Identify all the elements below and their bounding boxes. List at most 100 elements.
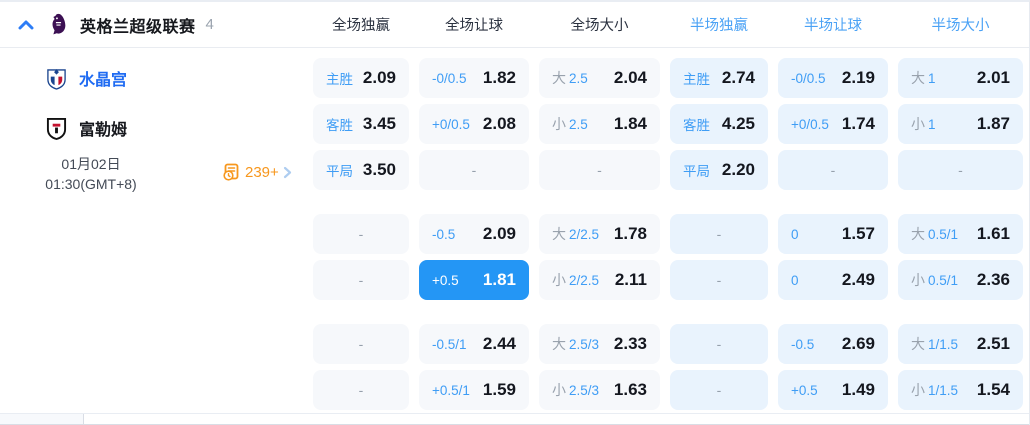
odds-cell[interactable]: -0.5 2.09: [419, 214, 529, 254]
odds-cell[interactable]: -0/0.5 2.19: [778, 58, 888, 98]
ou-line: 1: [928, 117, 936, 132]
odds-cell-empty: -: [670, 214, 768, 254]
odds-label: +0.5/1: [432, 382, 470, 398]
odds-value: 1.81: [482, 270, 516, 289]
league-header: 英格兰超级联赛 4 全场独赢 全场让球 全场大小 半场独赢 半场让球 半场大小: [0, 2, 1029, 48]
ou-direction: 小: [552, 272, 566, 288]
odds-cell[interactable]: 大 1/1.5 2.51: [898, 324, 1023, 364]
odds-value: 2.01: [976, 68, 1010, 87]
ou-direction: 小: [911, 272, 925, 288]
odds-cell[interactable]: 0 1.57: [778, 214, 888, 254]
odds-cell-empty: -: [313, 324, 409, 364]
odds-label: 小 1/1.5: [911, 380, 958, 400]
ou-line: 0.5/1: [928, 273, 959, 288]
odds-label: 大 2/2.5: [552, 224, 599, 244]
odds-cell[interactable]: 主胜 2.74: [670, 58, 768, 98]
odds-value: 2.44: [482, 334, 516, 353]
odds-cell[interactable]: 大 2.5 2.04: [539, 58, 660, 98]
odds-cell[interactable]: 小 2.5/3 1.63: [539, 370, 660, 410]
column-header-halftime-1x2: 半场独赢: [690, 18, 748, 34]
odds-cell-empty: -: [539, 150, 660, 190]
odds-cell[interactable]: +0.5 1.49: [778, 370, 888, 410]
odds-cell[interactable]: 大 0.5/1 1.61: [898, 214, 1023, 254]
odds-cell[interactable]: 小 1 1.87: [898, 104, 1023, 144]
odds-label: 小 0.5/1: [911, 270, 958, 290]
odds-panel: 英格兰超级联赛 4 全场独赢 全场让球 全场大小 半场独赢 半场让球 半场大小 …: [0, 0, 1030, 425]
odds-cell[interactable]: 小 1/1.5 1.54: [898, 370, 1023, 410]
chevron-right-icon: [283, 166, 292, 179]
ou-line: 1/1.5: [928, 383, 959, 398]
match-time: 01:30(GMT+8): [45, 176, 137, 192]
odds-cell[interactable]: 0 2.49: [778, 260, 888, 300]
fulham-crest-icon: [46, 117, 67, 140]
odds-grid: 主胜 2.09 -0/0.5 1.82 大 2.5 2.04 主胜 2.74 -0/0.5 2.19…: [313, 48, 1023, 414]
odds-cell[interactable]: 平局 2.20: [670, 150, 768, 190]
odds-cell[interactable]: 大 2/2.5 1.78: [539, 214, 660, 254]
odds-value: 1.49: [841, 380, 875, 399]
odds-label: 小 2.5: [552, 114, 588, 134]
ou-line: 2.5/3: [569, 337, 600, 352]
odds-label: 客胜: [683, 118, 710, 133]
odds-cell[interactable]: 小 2/2.5 2.11: [539, 260, 660, 300]
home-team-row[interactable]: 水晶宫: [0, 58, 313, 98]
match-date: 01月02日: [61, 156, 121, 172]
odds-cell[interactable]: 客胜 4.25: [670, 104, 768, 144]
odds-cell[interactable]: -0/0.5 1.82: [419, 58, 529, 98]
odds-cell[interactable]: 小 2.5 1.84: [539, 104, 660, 144]
odds-cell-empty: -: [419, 150, 529, 190]
odds-label: 小 2.5/3: [552, 380, 599, 400]
odds-cell[interactable]: +0.5 1.81: [419, 260, 529, 300]
odds-label: +0/0.5: [432, 116, 470, 132]
match-row: 水晶宫 富勒姆 01月02日 01:30(GMT+8) 239+ 主胜 2.09…: [0, 48, 1029, 414]
league-header-left: 英格兰超级联赛 4: [0, 13, 313, 37]
odds-group: - -0.5 2.09 大 2/2.5 1.78-0 1.57 大 0.5/1 1.61- +0.5…: [313, 214, 1023, 300]
ou-direction: 小: [552, 382, 566, 398]
odds-value: 2.74: [721, 68, 755, 87]
odds-cell[interactable]: +0.5/1 1.59: [419, 370, 529, 410]
odds-cell-empty: -: [778, 150, 888, 190]
away-team-name: 富勒姆: [79, 122, 128, 139]
odds-cell[interactable]: 主胜 2.09: [313, 58, 409, 98]
away-team-row[interactable]: 富勒姆: [0, 108, 313, 148]
odds-value: 1.84: [613, 114, 647, 133]
odds-label: -0.5: [791, 336, 815, 352]
odds-cell[interactable]: 小 0.5/1 2.36: [898, 260, 1023, 300]
odds-value: 1.59: [482, 380, 516, 399]
odds-label: 大 2.5/3: [552, 334, 599, 354]
odds-value: 2.49: [841, 270, 875, 289]
odds-cell[interactable]: 大 2.5/3 2.33: [539, 324, 660, 364]
odds-cell-empty: -: [670, 260, 768, 300]
odds-group: - -0.5/1 2.44 大 2.5/3 2.33- -0.5 2.69 大 1/1.5 2.51…: [313, 324, 1023, 410]
odds-cell[interactable]: -0.5/1 2.44: [419, 324, 529, 364]
odds-cell[interactable]: 平局 3.50: [313, 150, 409, 190]
ou-line: 2.5/3: [569, 383, 600, 398]
ou-line: 2/2.5: [569, 273, 600, 288]
odds-cell[interactable]: 大 1 2.01: [898, 58, 1023, 98]
odds-cell[interactable]: -0.5 2.69: [778, 324, 888, 364]
crystal-palace-crest-icon: [47, 68, 66, 90]
ou-direction: 大: [552, 336, 566, 352]
ou-direction: 小: [911, 382, 925, 398]
odds-cell-empty: -: [898, 150, 1023, 190]
ou-line: 2.5: [569, 71, 588, 86]
odds-value: 1.82: [482, 68, 516, 87]
column-header-fulltime-overunder: 全场大小: [570, 18, 629, 34]
league-title: 英格兰超级联赛: [80, 18, 196, 36]
odds-value: 2.20: [721, 160, 755, 179]
odds-cell[interactable]: 客胜 3.45: [313, 104, 409, 144]
odds-cell[interactable]: +0/0.5 2.08: [419, 104, 529, 144]
ou-direction: 大: [911, 336, 925, 352]
odds-value: 2.09: [362, 68, 396, 87]
ou-line: 2.5: [569, 117, 588, 132]
odds-cell[interactable]: +0/0.5 1.74: [778, 104, 888, 144]
odds-value: 3.45: [362, 114, 396, 133]
odds-group: 主胜 2.09 -0/0.5 1.82 大 2.5 2.04 主胜 2.74 -0/0.5 2.19…: [313, 58, 1023, 190]
odds-label: -0/0.5: [791, 70, 826, 86]
odds-label: -0.5: [432, 226, 456, 242]
more-markets-link[interactable]: 239+: [222, 163, 292, 181]
column-header-fulltime-1x2: 全场独赢: [332, 18, 390, 34]
collapse-button[interactable]: [15, 14, 37, 36]
ou-direction: 大: [552, 226, 566, 242]
premier-league-logo-icon: [52, 13, 66, 34]
odds-value: 1.87: [976, 114, 1010, 133]
